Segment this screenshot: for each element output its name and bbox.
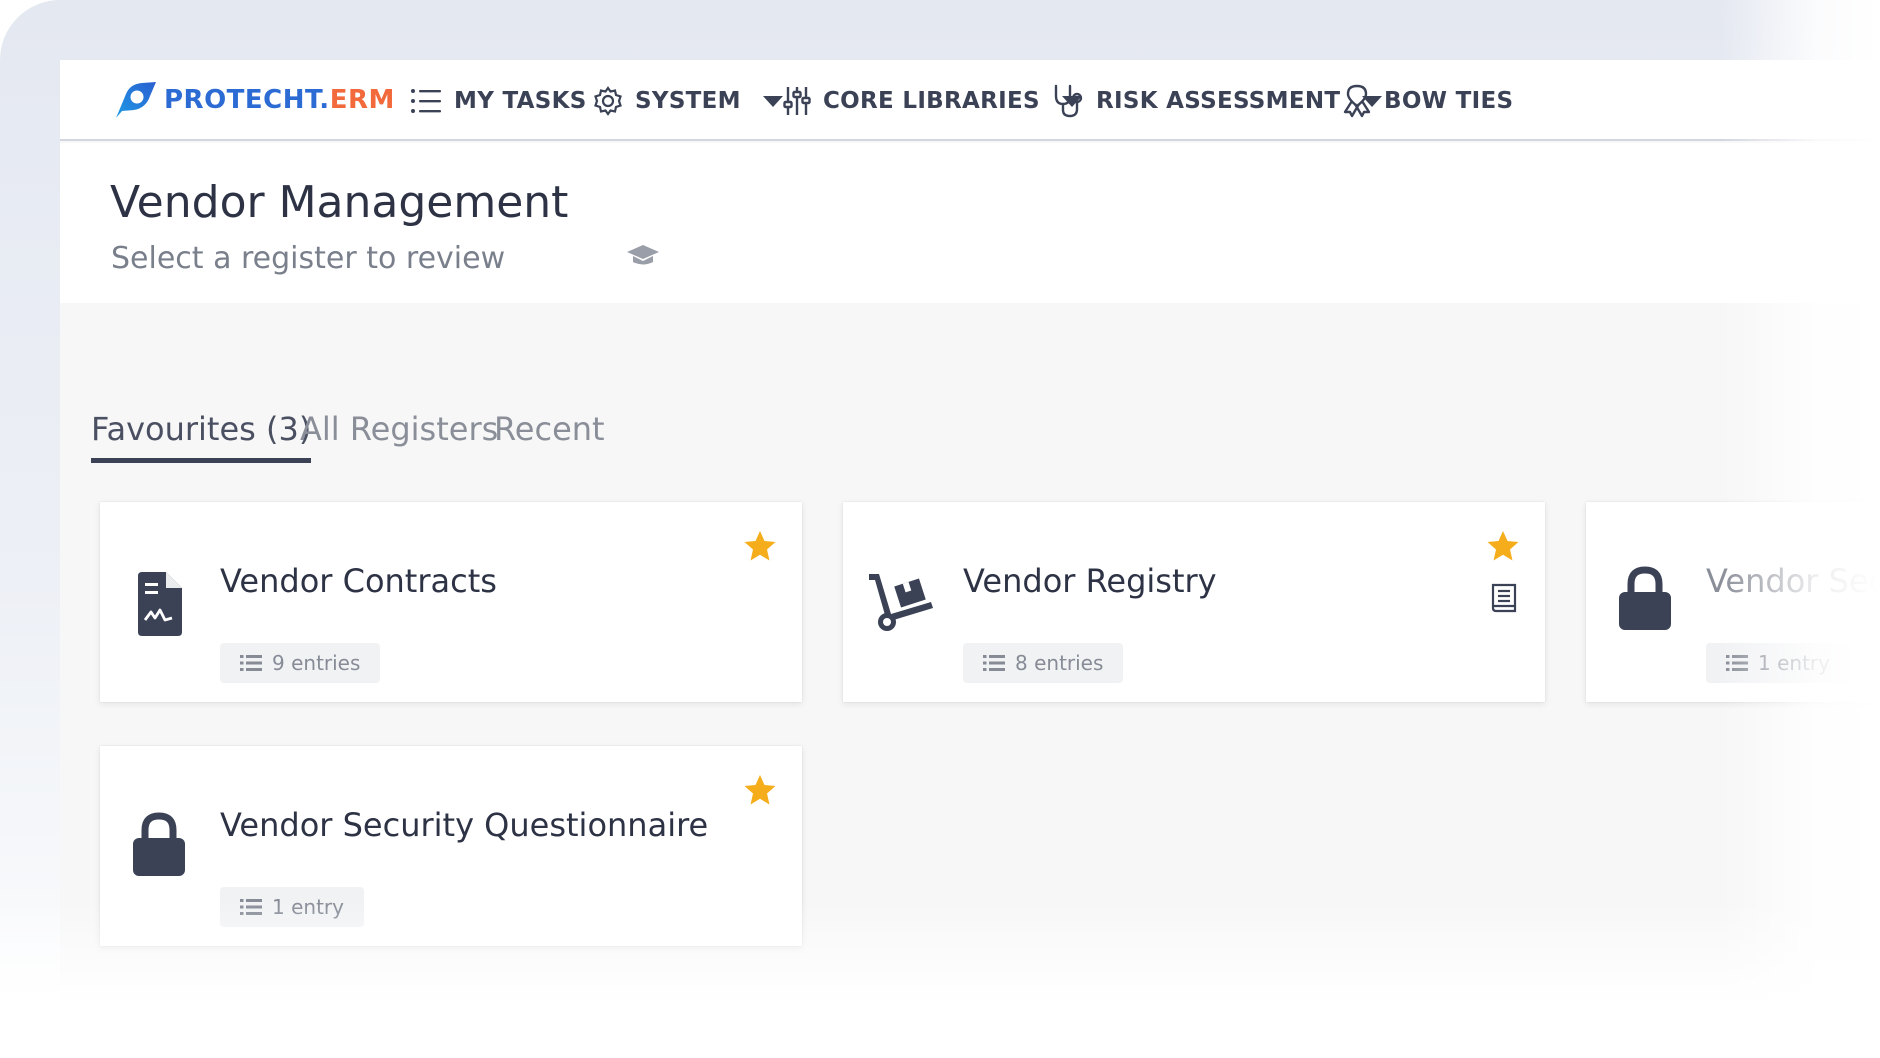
nav-my-tasks[interactable]: MY TASKS bbox=[410, 80, 587, 122]
list-icon bbox=[1726, 655, 1748, 671]
lock-icon bbox=[133, 812, 185, 876]
page-subtitle: Select a register to review bbox=[111, 241, 506, 276]
card-title: Vendor Security Questionnaire bbox=[220, 806, 709, 844]
tab-all-registers-label: All Registers bbox=[300, 410, 499, 448]
stethoscope-icon bbox=[1054, 84, 1083, 118]
contract-document-icon bbox=[138, 572, 182, 636]
register-card-vendor-contracts[interactable]: Vendor Contracts 9 entries bbox=[100, 502, 802, 702]
nav-risk-assessment-label: RISK ASSESSMENT bbox=[1096, 88, 1341, 114]
tab-favourites[interactable]: Favourites (3) bbox=[91, 410, 312, 463]
tab-favourites-label: Favourites (3) bbox=[91, 410, 312, 448]
entries-badge: 9 entries bbox=[220, 643, 381, 683]
card-title: Vendor Registry bbox=[963, 562, 1217, 600]
register-card-vendor-registry[interactable]: Vendor Registry 8 entries bbox=[843, 502, 1545, 702]
entries-count: 9 entries bbox=[272, 651, 361, 675]
tab-all-registers[interactable]: All Registers bbox=[300, 410, 498, 458]
chevron-down-icon bbox=[762, 95, 783, 107]
nav-my-tasks-label: MY TASKS bbox=[454, 88, 587, 114]
nav-risk-assessment[interactable]: RISK ASSESSMENT bbox=[1052, 80, 1383, 122]
entries-badge: 1 entry bbox=[220, 887, 364, 927]
logo-mark-icon bbox=[116, 82, 156, 118]
entries-count: 8 entries bbox=[1015, 651, 1104, 675]
entries-count: 1 entry bbox=[272, 895, 344, 919]
hand-truck-icon bbox=[869, 574, 933, 631]
entries-badge: 8 entries bbox=[963, 643, 1124, 683]
favourite-star-icon[interactable] bbox=[743, 774, 777, 806]
register-card-vendor-security-questionnaire[interactable]: Vendor Security Questionnaire 1 entry bbox=[100, 746, 802, 946]
nav-core-libraries[interactable]: CORE LIBRARIES bbox=[783, 80, 1082, 122]
nav-system[interactable]: SYSTEM bbox=[593, 80, 783, 122]
app-window: PROTECHT.ERM MY TASKS SYSTEM CORE LIBRAR… bbox=[60, 60, 1880, 1000]
list-icon bbox=[411, 89, 441, 113]
lock-icon bbox=[1619, 566, 1671, 630]
top-navigation-bar: PROTECHT.ERM MY TASKS SYSTEM CORE LIBRAR… bbox=[60, 60, 1880, 141]
page-header: Vendor Management Select a register to r… bbox=[60, 143, 1880, 303]
tab-recent-label: Recent bbox=[494, 410, 605, 448]
list-icon bbox=[240, 655, 262, 671]
nav-system-label: SYSTEM bbox=[635, 88, 741, 114]
page-title: Vendor Management bbox=[110, 177, 569, 228]
list-icon bbox=[240, 899, 262, 915]
protecht-logo[interactable]: PROTECHT.ERM bbox=[112, 80, 395, 120]
card-title: Vendor Contracts bbox=[220, 562, 497, 600]
register-card-vendor-security-clipped[interactable]: Vendor Sec 1 entry bbox=[1586, 502, 1880, 702]
entries-count: 1 entry bbox=[1758, 651, 1830, 675]
nav-bow-ties[interactable]: BOW TIES bbox=[1342, 80, 1513, 122]
guide-book-icon[interactable] bbox=[1490, 582, 1518, 614]
favourite-star-icon[interactable] bbox=[1486, 530, 1520, 562]
nav-core-libraries-label: CORE LIBRARIES bbox=[823, 88, 1040, 114]
entries-badge: 1 entry bbox=[1706, 643, 1850, 683]
card-title: Vendor Sec bbox=[1706, 562, 1880, 600]
list-icon bbox=[983, 655, 1005, 671]
favourite-star-icon[interactable] bbox=[743, 530, 777, 562]
logo-text: PROTECHT.ERM bbox=[164, 85, 395, 115]
ribbon-icon bbox=[1343, 84, 1371, 118]
nav-bow-ties-label: BOW TIES bbox=[1384, 88, 1514, 114]
tab-recent[interactable]: Recent bbox=[494, 410, 605, 458]
sliders-icon bbox=[783, 87, 811, 115]
graduation-cap-icon[interactable] bbox=[626, 243, 660, 267]
gear-icon bbox=[594, 86, 622, 116]
